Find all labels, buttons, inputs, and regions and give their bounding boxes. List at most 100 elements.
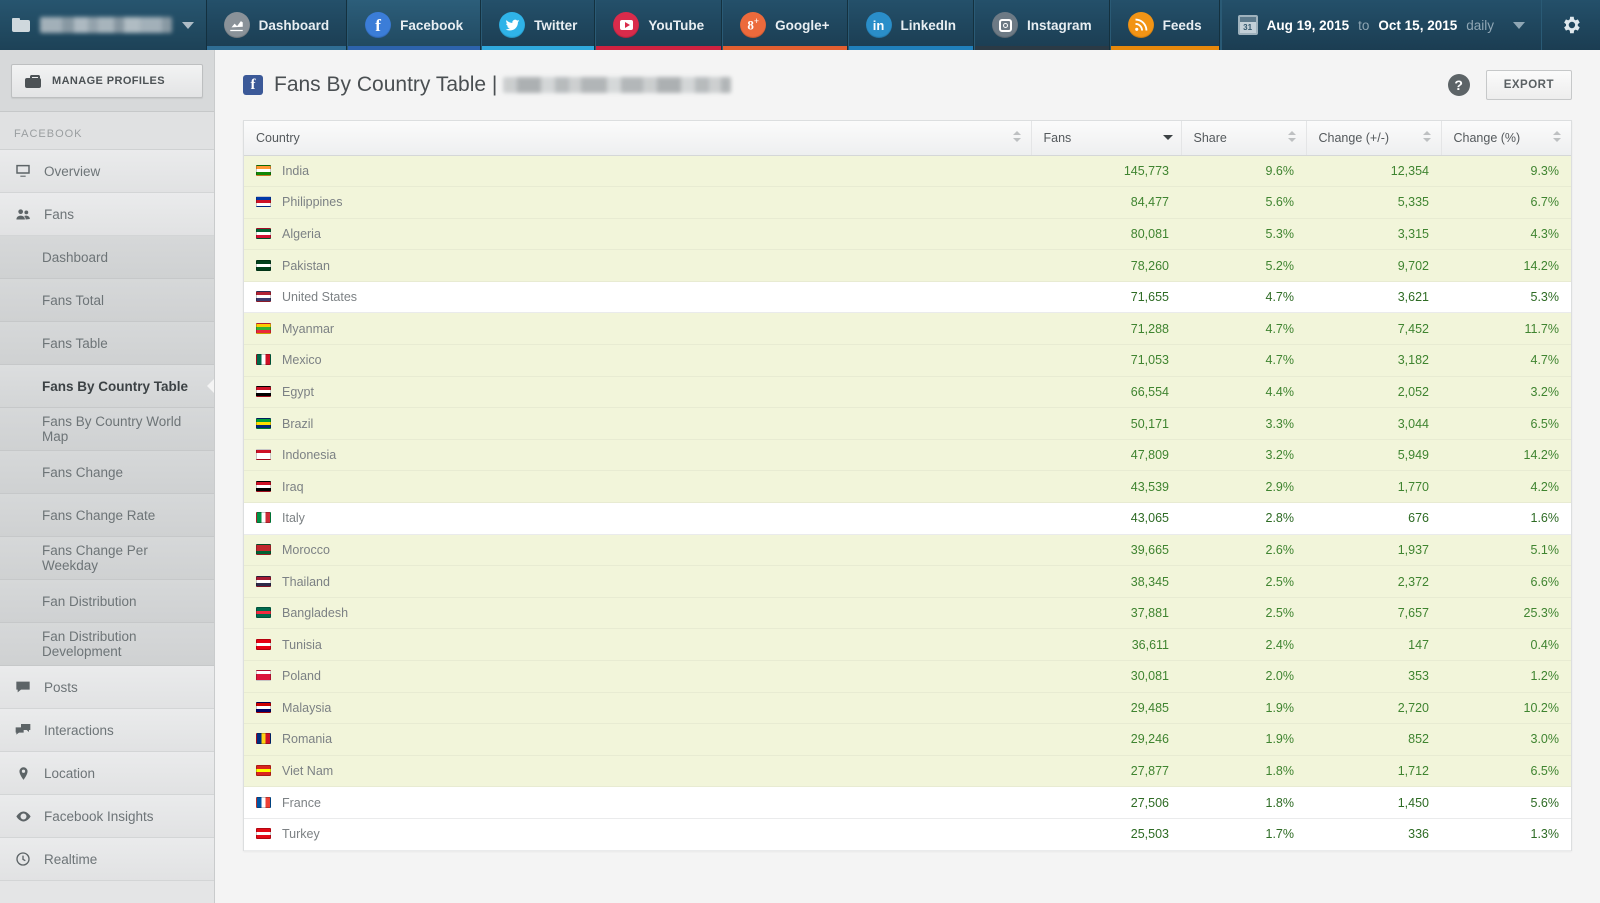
flag-icon	[256, 733, 271, 745]
column-header-change[interactable]: Change (%)	[1441, 121, 1571, 156]
table-row[interactable]: Turkey 25,503 1.7% 336 1.3%	[244, 817, 1571, 851]
cell-change-abs: 3,044	[1306, 407, 1441, 440]
sidebar-item-overview[interactable]: Overview	[0, 150, 214, 193]
profile-name-redacted	[503, 77, 732, 94]
table-row[interactable]: France 27,506 1.8% 1,450 5.6%	[244, 786, 1571, 819]
export-button[interactable]: EXPORT	[1485, 70, 1572, 100]
sidebar-item-fans-table[interactable]: Fans Table	[0, 322, 214, 365]
nav-tab-twitter[interactable]: Twitter	[481, 0, 596, 50]
table-row[interactable]: Mexico 71,053 4.7% 3,182 4.7%	[244, 344, 1571, 377]
nav-tab-facebook[interactable]: f Facebook	[347, 0, 482, 50]
sidebar-item-facebook-insights[interactable]: Facebook Insights	[0, 795, 214, 838]
table-row[interactable]: Romania 29,246 1.9% 852 3.0%	[244, 723, 1571, 756]
column-header-share[interactable]: Share	[1181, 121, 1307, 156]
sidebar-item-fans-by-country-table[interactable]: Fans By Country Table	[0, 365, 214, 408]
cell-fans: 78,260	[1031, 249, 1181, 282]
cell-change-pct: 5.6%	[1441, 786, 1571, 819]
cell-country: France	[244, 786, 1031, 819]
table-row[interactable]: India 145,773 9.6% 12,354 9.3%	[244, 155, 1571, 188]
cell-share: 9.6%	[1181, 155, 1306, 188]
table-row[interactable]: Indonesia 47,809 3.2% 5,949 14.2%	[244, 439, 1571, 472]
nav-tab-linkedin[interactable]: in LinkedIn	[847, 0, 975, 50]
sidebar-item-fans-change[interactable]: Fans Change	[0, 451, 214, 494]
cell-change-pct: 5.1%	[1441, 534, 1571, 567]
nav-tab-youtube[interactable]: YouTube	[595, 0, 723, 50]
cell-change-abs: 1,712	[1306, 755, 1441, 788]
sidebar-item-label: Overview	[44, 163, 101, 179]
date-range-selector[interactable]: 31 Aug 19, 2015 to Oct 15, 2015 daily	[1220, 0, 1541, 50]
sidebar-item-interactions[interactable]: Interactions	[0, 709, 214, 752]
table-row[interactable]: Poland 30,081 2.0% 353 1.2%	[244, 660, 1571, 693]
table-row[interactable]: Egypt 66,554 4.4% 2,052 3.2%	[244, 376, 1571, 409]
cell-fans: 71,053	[1031, 344, 1181, 377]
sidebar-item-posts[interactable]: Posts	[0, 666, 214, 709]
column-header-country[interactable]: Country	[244, 121, 1032, 156]
table-row[interactable]: Tunisia 36,611 2.4% 147 0.4%	[244, 628, 1571, 661]
cell-change-pct: 1.3%	[1441, 817, 1571, 851]
sidebar-item-list: Overview Fans Dashboard Fans Total Fans Tabl…	[0, 150, 214, 881]
cell-change-abs: 3,621	[1306, 280, 1441, 314]
table-row[interactable]: Philippines 84,477 5.6% 5,335 6.7%	[244, 186, 1571, 219]
table-row[interactable]: Malaysia 29,485 1.9% 2,720 10.2%	[244, 692, 1571, 725]
flag-icon	[256, 765, 271, 777]
sidebar-item-fan-distribution-development[interactable]: Fan Distribution Development	[0, 623, 214, 666]
cell-share: 2.4%	[1181, 628, 1306, 661]
date-range-start: Aug 19, 2015	[1266, 17, 1350, 33]
settings-button[interactable]	[1541, 0, 1600, 50]
fans-by-country-table-container: Country Fans Share Change (+/-) Change (%) I…	[243, 120, 1572, 851]
profile-selector[interactable]	[0, 0, 207, 50]
sidebar-item-location[interactable]: Location	[0, 752, 214, 795]
table-row[interactable]: Myanmar 71,288 4.7% 7,452 11.7%	[244, 312, 1571, 346]
date-range-end: Oct 15, 2015	[1378, 17, 1458, 33]
cell-share: 2.5%	[1181, 565, 1306, 598]
column-header-fans[interactable]: Fans	[1031, 121, 1182, 156]
table-row[interactable]: Iraq 43,539 2.9% 1,770 4.2%	[244, 470, 1571, 504]
sidebar: MANAGE PROFILES FACEBOOK Overview Fans Das…	[0, 50, 215, 903]
nav-tab-google[interactable]: 8+ Google+	[722, 0, 848, 50]
table-row[interactable]: Italy 43,065 2.8% 676 1.6%	[244, 502, 1571, 535]
manage-profiles-button[interactable]: MANAGE PROFILES	[11, 64, 203, 98]
cell-country: Viet Nam	[244, 755, 1031, 788]
speech-icon	[14, 679, 32, 695]
column-header-change[interactable]: Change (+/-)	[1306, 121, 1442, 156]
cell-country: Romania	[244, 723, 1031, 756]
nav-tab-dashboard[interactable]: Dashboard	[206, 0, 348, 50]
sidebar-item-dashboard[interactable]: Dashboard	[0, 236, 214, 279]
sidebar-item-fans-change-rate[interactable]: Fans Change Rate	[0, 494, 214, 537]
nav-tab-feeds[interactable]: Feeds	[1109, 0, 1220, 50]
table-row[interactable]: Thailand 38,345 2.5% 2,372 6.6%	[244, 565, 1571, 598]
nav-tab-instagram[interactable]: Instagram	[974, 0, 1110, 50]
sidebar-item-fans-total[interactable]: Fans Total	[0, 279, 214, 322]
table-row[interactable]: United States 71,655 4.7% 3,621 5.3%	[244, 280, 1571, 314]
facebook-icon: f	[365, 12, 392, 38]
table-row[interactable]: Morocco 39,665 2.6% 1,937 5.1%	[244, 534, 1571, 567]
flag-icon	[256, 322, 271, 334]
page-title-text: Fans By Country Table |	[274, 73, 498, 96]
cell-change-abs: 3,182	[1306, 344, 1441, 377]
country-name: Romania	[282, 732, 333, 747]
cell-change-abs: 7,452	[1306, 312, 1441, 346]
sidebar-item-fans-change-per-weekday[interactable]: Fans Change Per Weekday	[0, 537, 214, 580]
table-row[interactable]: Algeria 80,081 5.3% 3,315 4.3%	[244, 218, 1571, 251]
nav-tab-label: Google+	[775, 17, 830, 33]
sidebar-item-fans[interactable]: Fans	[0, 193, 214, 236]
cell-share: 1.9%	[1181, 692, 1306, 725]
sidebar-item-fan-distribution[interactable]: Fan Distribution	[0, 580, 214, 623]
manage-profiles-label: MANAGE PROFILES	[52, 75, 165, 87]
sidebar-item-realtime[interactable]: Realtime	[0, 838, 214, 881]
country-name: Turkey	[282, 827, 320, 842]
cell-fans: 66,554	[1031, 376, 1181, 409]
column-header-label: Fans	[1043, 130, 1072, 145]
table-row[interactable]: Pakistan 78,260 5.2% 9,702 14.2%	[244, 249, 1571, 282]
table-row[interactable]: Brazil 50,171 3.3% 3,044 6.5%	[244, 407, 1571, 440]
cell-change-abs: 9,702	[1306, 249, 1441, 282]
sidebar-item-fans-by-country-world-map[interactable]: Fans By Country World Map	[0, 408, 214, 451]
cell-country: Mexico	[244, 344, 1031, 377]
table-header-row: Country Fans Share Change (+/-) Change (%)	[244, 121, 1571, 156]
table-row[interactable]: Bangladesh 37,881 2.5% 7,657 25.3%	[244, 597, 1571, 630]
table-row[interactable]: Viet Nam 27,877 1.8% 1,712 6.5%	[244, 755, 1571, 788]
cell-change-pct: 4.3%	[1441, 218, 1571, 251]
nav-tab-label: Dashboard	[258, 17, 330, 33]
cell-share: 2.6%	[1181, 534, 1306, 567]
help-icon[interactable]: ?	[1447, 74, 1470, 96]
